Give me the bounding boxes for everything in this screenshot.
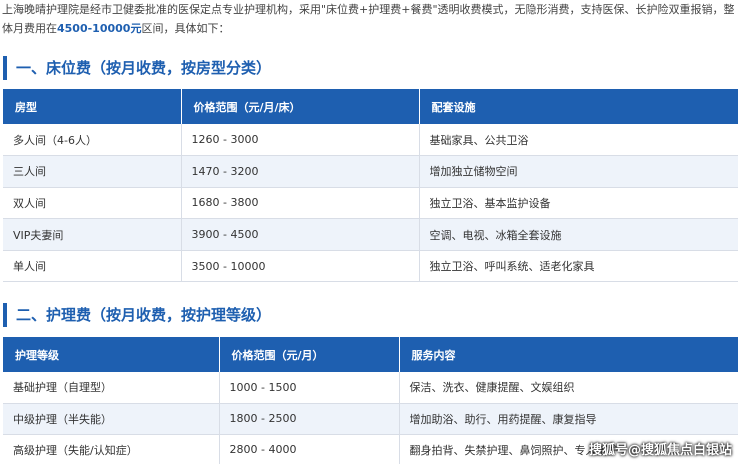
source-watermark: 搜狐号@搜狐焦点白银站: [588, 443, 732, 458]
price-cell: 3500 - 10000: [181, 250, 420, 283]
care-level-cell: 中级护理（半失能）: [3, 403, 220, 435]
room-type-cell: VIP夫妻间: [3, 218, 182, 251]
care-level-cell: 基础护理（自理型）: [3, 372, 220, 404]
price-cell: 1260 - 3000: [181, 124, 420, 157]
price-cell: 1680 - 3800: [181, 187, 420, 220]
facilities-cell: 独立卫浴、呼叫系统、适老化家具: [419, 250, 738, 283]
price-cell: 1000 - 1500: [219, 372, 400, 404]
bed-fee-table: 房型 价格范围（元/月/床） 配套设施 多人间（4-6人） 1260 - 300…: [3, 89, 738, 283]
room-type-cell: 双人间: [3, 187, 182, 220]
table-row: 单人间 3500 - 10000 独立卫浴、呼叫系统、适老化家具: [3, 250, 738, 283]
services-cell: 增加助浴、助行、用药提醒、康复指导: [399, 403, 738, 435]
table-row: 双人间 1680 - 3800 独立卫浴、基本监护设备: [3, 187, 738, 220]
section-title-bed-fee: 一、床位费（按月收费，按房型分类）: [3, 56, 737, 80]
table-row: 中级护理（半失能） 1800 - 2500 增加助浴、助行、用药提醒、康复指导: [3, 403, 738, 435]
column-header-room-type: 房型: [3, 89, 182, 124]
column-header-care-level: 护理等级: [3, 337, 220, 372]
room-type-cell: 多人间（4-6人）: [3, 124, 182, 157]
facilities-cell: 独立卫浴、基本监护设备: [419, 187, 738, 220]
price-cell: 1800 - 2500: [219, 403, 400, 435]
facilities-cell: 基础家具、公共卫浴: [419, 124, 738, 157]
intro-paragraph: 上海晚晴护理院是经市卫健委批准的医保定点专业护理机构，采用"床位费+护理费+餐费…: [2, 0, 736, 38]
column-header-price: 价格范围（元/月）: [219, 337, 400, 372]
page: 上海晚晴护理院是经市卫健委批准的医保定点专业护理机构，采用"床位费+护理费+餐费…: [0, 0, 740, 464]
column-header-price: 价格范围（元/月/床）: [181, 89, 420, 124]
column-header-services: 服务内容: [411, 348, 456, 362]
column-header-facilities: 配套设施: [431, 100, 476, 114]
table-row: 三人间 1470 - 3200 增加独立储物空间: [3, 155, 738, 188]
table-header-row: 房型 价格范围（元/月/床） 配套设施: [3, 89, 738, 124]
table-row: VIP夫妻间 3900 - 4500 空调、电视、冰箱全套设施: [3, 218, 738, 251]
intro-text-after: 区间，具体如下：: [141, 22, 230, 35]
table-row: 基础护理（自理型） 1000 - 1500 保洁、洗衣、健康提醒、文娱组织: [3, 372, 738, 404]
section-title-care-fee: 二、护理费（按月收费，按护理等级）: [3, 303, 737, 327]
price-cell: 1470 - 3200: [181, 155, 420, 188]
room-type-cell: 三人间: [3, 155, 182, 188]
room-type-cell: 单人间: [3, 250, 182, 283]
table-header-row: 护理等级 价格范围（元/月） 服务内容: [3, 337, 738, 372]
facilities-cell: 空调、电视、冰箱全套设施: [419, 218, 738, 251]
services-cell: 保洁、洗衣、健康提醒、文娱组织: [399, 372, 738, 404]
price-cell: 2800 - 4000: [219, 434, 400, 464]
facilities-cell: 增加独立储物空间: [419, 155, 738, 188]
price-cell: 3900 - 4500: [181, 218, 420, 251]
table-row: 多人间（4-6人） 1260 - 3000 基础家具、公共卫浴: [3, 124, 738, 157]
care-level-cell: 高级护理（失能/认知症）: [3, 434, 220, 464]
price-range-highlight: 4500-10000元: [57, 22, 142, 35]
